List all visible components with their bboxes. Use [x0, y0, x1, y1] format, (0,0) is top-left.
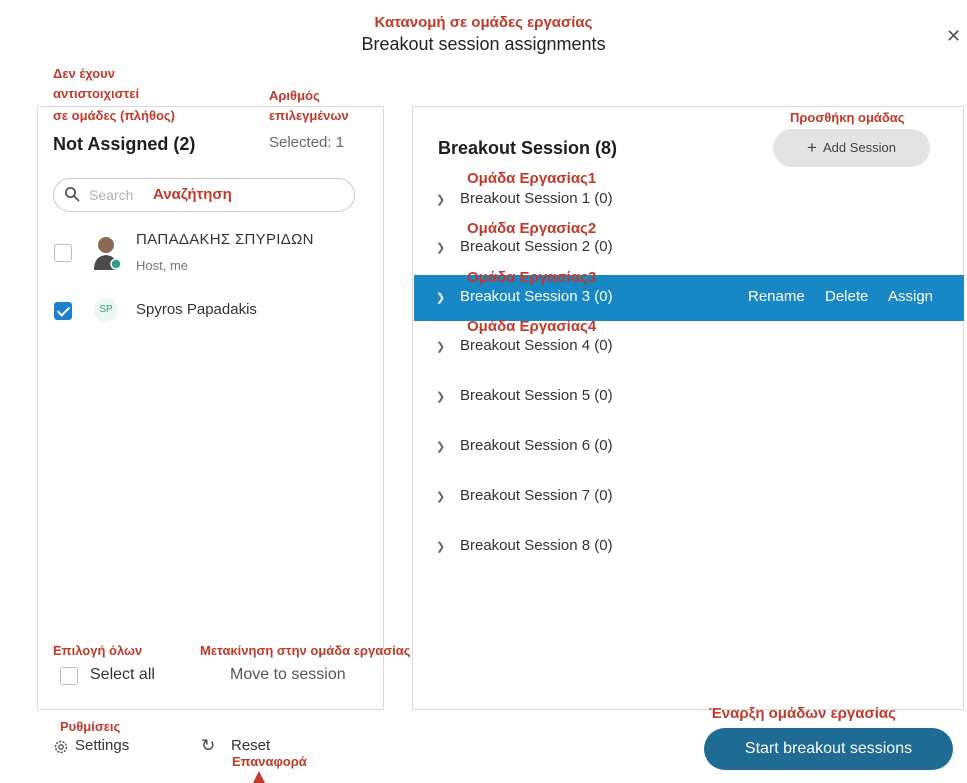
chevron-down-icon[interactable]: ❯ — [436, 440, 460, 453]
close-icon[interactable]: ✕ — [946, 26, 961, 47]
annotation-session-4: Ομάδα Εργασίας4 — [467, 318, 597, 335]
chevron-down-icon[interactable]: ❯ — [436, 291, 460, 304]
participant-name: Spyros Papadakis — [136, 301, 257, 318]
session-label: Breakout Session 5 (0) — [460, 387, 613, 404]
avatar-initials: SP — [94, 298, 118, 322]
session-item-3[interactable]: ❯ Breakout Session 3 (0) — [436, 288, 613, 305]
annotation-selected-2: επιλεγμένων — [269, 108, 349, 123]
reset-button[interactable]: Reset — [231, 737, 270, 754]
session-item-7[interactable]: ❯ Breakout Session 7 (0) — [436, 487, 613, 504]
participant-role: Host, me — [136, 258, 189, 273]
chevron-down-icon[interactable]: ❯ — [436, 340, 460, 353]
session-label: Breakout Session 2 (0) — [460, 238, 613, 255]
arrow-up-icon — [253, 771, 265, 783]
chevron-down-icon[interactable]: ❯ — [436, 241, 460, 254]
annotation-session-3: Ομάδα Εργασίας3 — [467, 269, 597, 286]
search-placeholder: Search — [89, 187, 134, 203]
rename-button[interactable]: Rename — [748, 288, 805, 305]
participant-checkbox-2[interactable] — [54, 302, 72, 320]
start-breakout-sessions-button[interactable]: Start breakout sessions — [704, 728, 953, 770]
session-item-6[interactable]: ❯ Breakout Session 6 (0) — [436, 437, 613, 454]
session-label: Breakout Session 4 (0) — [460, 337, 613, 354]
annotation-settings: Ρυθμίσεις — [60, 719, 121, 734]
not-assigned-header: Not Assigned (2) — [53, 134, 196, 154]
annotation-search: Αναζήτηση — [153, 186, 232, 203]
chevron-down-icon[interactable]: ❯ — [436, 540, 460, 553]
session-label: Breakout Session 8 (0) — [460, 537, 613, 554]
session-item-1[interactable]: ❯ Breakout Session 1 (0) — [436, 190, 613, 207]
participant-name: ΠΑΠΑΔΑΚΗΣ ΣΠΥΡΙΔΩΝ — [136, 231, 314, 248]
add-session-label: Add Session — [822, 140, 896, 155]
chevron-down-icon[interactable]: ❯ — [436, 490, 460, 503]
reset-icon[interactable]: ↻ — [201, 736, 215, 756]
annotation-session-1: Ομάδα Εργασίας1 — [467, 170, 597, 187]
gear-icon[interactable] — [53, 739, 69, 755]
avatar — [94, 237, 122, 270]
add-session-button[interactable]: + Add Session — [773, 129, 930, 167]
annotation-not-assigned-2: αντιστοιχιστεί — [53, 86, 140, 101]
delete-button[interactable]: Delete — [825, 288, 868, 305]
session-label: Breakout Session 3 (0) — [460, 288, 613, 305]
chevron-down-icon[interactable]: ❯ — [436, 390, 460, 403]
session-label: Breakout Session 7 (0) — [460, 487, 613, 504]
chevron-down-icon[interactable]: ❯ — [436, 193, 460, 206]
annotation-selected-1: Αριθμός — [269, 88, 320, 103]
move-to-session-button[interactable]: Move to session — [230, 666, 346, 684]
annotation-session-2: Ομάδα Εργασίας2 — [467, 220, 597, 237]
selected-count: Selected: 1 — [269, 134, 345, 151]
participant-checkbox-1[interactable] — [54, 244, 72, 262]
session-item-2[interactable]: ❯ Breakout Session 2 (0) — [436, 238, 613, 255]
annotation-add-session: Προσθήκη ομάδας — [790, 110, 905, 125]
annotation-not-assigned-1: Δεν έχουν — [53, 66, 115, 81]
plus-icon: + — [807, 138, 817, 157]
assign-button[interactable]: Assign — [888, 288, 933, 305]
session-label: Breakout Session 6 (0) — [460, 437, 613, 454]
annotation-start: Έναρξη ομάδων εργασίας — [709, 705, 896, 722]
dialog-title-greek: Κατανομή σε ομάδες εργασίας — [374, 14, 593, 31]
session-item-8[interactable]: ❯ Breakout Session 8 (0) — [436, 537, 613, 554]
select-all-checkbox[interactable] — [60, 667, 78, 685]
annotation-reset: Επαναφορά — [232, 754, 307, 769]
select-all-label[interactable]: Select all — [90, 666, 155, 684]
session-item-4[interactable]: ❯ Breakout Session 4 (0) — [436, 337, 613, 354]
annotation-not-assigned-3: σε ομάδες (πλήθος) — [53, 108, 176, 123]
breakout-session-header: Breakout Session (8) — [438, 138, 618, 158]
session-item-5[interactable]: ❯ Breakout Session 5 (0) — [436, 387, 613, 404]
search-icon — [65, 187, 80, 202]
session-label: Breakout Session 1 (0) — [460, 190, 613, 207]
annotation-select-all: Επιλογή όλων — [53, 643, 143, 658]
annotation-move: Μετακίνηση στην ομάδα εργασίας — [200, 643, 411, 658]
dialog-title: Breakout session assignments — [361, 34, 606, 54]
settings-button[interactable]: Settings — [75, 737, 129, 754]
